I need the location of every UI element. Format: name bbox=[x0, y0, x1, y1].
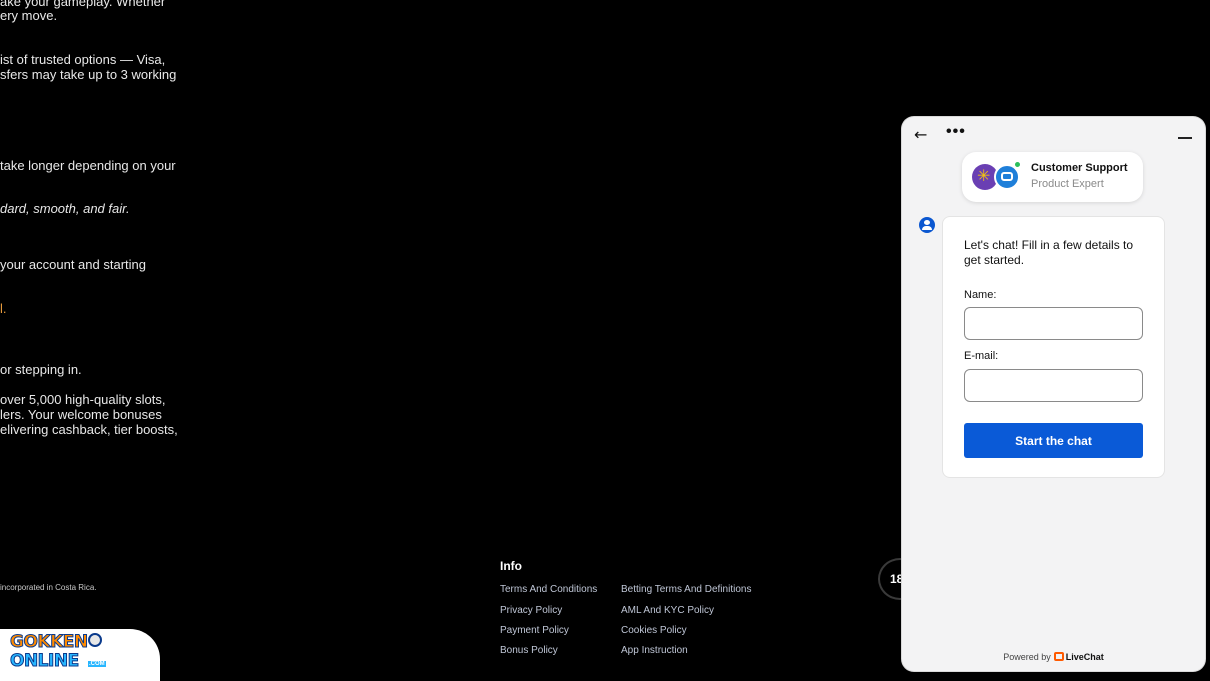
form-intro-text: Let's chat! Fill in a few details to get… bbox=[964, 238, 1134, 267]
back-arrow-icon[interactable]: ← bbox=[914, 125, 927, 144]
ball-icon bbox=[88, 633, 102, 647]
email-field[interactable] bbox=[964, 369, 1143, 402]
company-note: incorporated in Costa Rica. bbox=[0, 583, 97, 592]
article-line: ist of trusted options — Visa, bbox=[0, 52, 166, 67]
online-status-icon bbox=[1013, 160, 1022, 169]
agent-card: ✳ Customer Support Product Expert bbox=[962, 152, 1143, 202]
article-line: or stepping in. bbox=[0, 362, 82, 377]
name-field[interactable] bbox=[964, 307, 1143, 340]
link-aml-kyc-policy[interactable]: AML And KYC Policy bbox=[621, 605, 714, 616]
article-line: ery move. bbox=[0, 8, 58, 23]
livechat-widget: ← ••• ✳ Customer Support Product Expert … bbox=[902, 117, 1205, 671]
minimize-icon[interactable] bbox=[1178, 137, 1192, 139]
link-app-instruction[interactable]: App Instruction bbox=[621, 645, 688, 656]
article-line: lers. Your welcome bonuses bbox=[0, 407, 162, 422]
link-cookies-policy[interactable]: Cookies Policy bbox=[621, 625, 687, 636]
article-line: over 5,000 high-quality slots, bbox=[0, 392, 166, 407]
start-chat-button[interactable]: Start the chat bbox=[964, 423, 1143, 458]
powered-by-label: Powered by bbox=[1003, 652, 1051, 662]
article-line: dard, smooth, and fair. bbox=[0, 201, 130, 216]
link-terms-and-conditions[interactable]: Terms And Conditions bbox=[500, 584, 597, 595]
article-line: l. bbox=[0, 301, 7, 316]
article-line: sfers may take up to 3 working bbox=[0, 67, 177, 82]
chat-bubble-icon bbox=[1001, 172, 1013, 181]
logo-suffix: .COM bbox=[88, 661, 106, 667]
info-heading: Info bbox=[500, 559, 522, 573]
livechat-brand: LiveChat bbox=[1065, 652, 1104, 662]
article-line: your account and starting bbox=[0, 257, 146, 272]
agent-role: Product Expert bbox=[1031, 178, 1104, 190]
more-options-icon[interactable]: ••• bbox=[946, 123, 966, 141]
article-line: take longer depending on your bbox=[0, 158, 176, 173]
article-line: elivering cashback, tier boosts, bbox=[0, 422, 178, 437]
email-label: E-mail: bbox=[964, 350, 999, 362]
agent-name: Customer Support bbox=[1031, 162, 1128, 174]
link-bonus-policy[interactable]: Bonus Policy bbox=[500, 645, 558, 656]
name-label: Name: bbox=[964, 289, 997, 301]
gokken-online-logo[interactable]: GOKKEN ONLINE .COM bbox=[10, 632, 106, 677]
user-icon bbox=[919, 217, 935, 233]
livechat-logo-icon bbox=[1053, 652, 1064, 661]
prechat-form: Let's chat! Fill in a few details to get… bbox=[942, 216, 1165, 478]
link-betting-terms[interactable]: Betting Terms And Definitions bbox=[621, 584, 751, 595]
site-logo-area[interactable]: GOKKEN ONLINE .COM bbox=[0, 629, 160, 681]
link-payment-policy[interactable]: Payment Policy bbox=[500, 625, 569, 636]
powered-by-footer[interactable]: Powered by LiveChat bbox=[902, 652, 1205, 662]
star-icon: ✳ bbox=[977, 168, 991, 185]
link-privacy-policy[interactable]: Privacy Policy bbox=[500, 605, 562, 616]
